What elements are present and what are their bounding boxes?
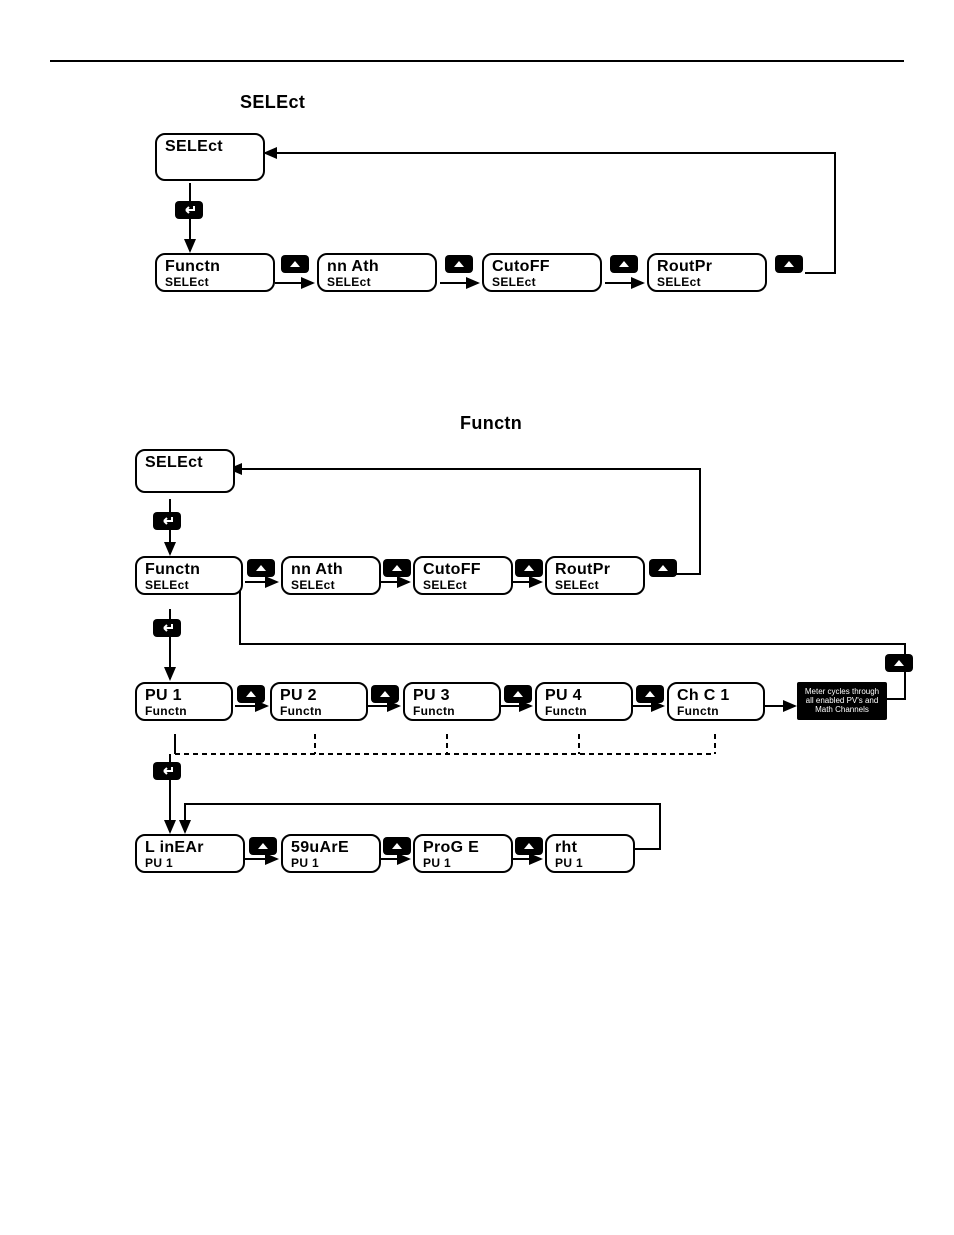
- note-text: Meter cycles through all enabled PV's an…: [805, 687, 879, 714]
- box-sublabel: SELEct: [291, 579, 371, 592]
- title-functn: Functn: [460, 413, 522, 434]
- box-proge: ProG E PU 1: [413, 834, 513, 873]
- box-sublabel: SELEct: [145, 579, 233, 592]
- box-sublabel: SELEct: [657, 276, 757, 289]
- box-math2: nn Ath SELEct: [281, 556, 381, 595]
- box-label: PU 3: [413, 688, 491, 705]
- box-sublabel: PU 1: [291, 857, 371, 870]
- diagram-function-menu: SELEct Functn SELEct nn Ath SELEct CutoF…: [115, 444, 915, 944]
- box-sublabel: PU 1: [423, 857, 503, 870]
- box-square: 59uArE PU 1: [281, 834, 381, 873]
- box-linear: L inEAr PU 1: [135, 834, 245, 873]
- enter-button-icon: [175, 201, 203, 219]
- up-button-icon: [237, 685, 265, 703]
- up-button-icon: [649, 559, 677, 577]
- box-pu3: PU 3 Functn: [403, 682, 501, 721]
- up-button-icon: [383, 559, 411, 577]
- box-pu2: PU 2 Functn: [270, 682, 368, 721]
- box-label: rht: [555, 840, 625, 857]
- box-sublabel: Functn: [145, 705, 223, 718]
- box-label: Functn: [165, 259, 265, 276]
- box-functn: Functn SELEct: [155, 253, 275, 292]
- up-button-icon: [445, 255, 473, 273]
- box-math: nn Ath SELEct: [317, 253, 437, 292]
- box-routpr2: RoutPr SELEct: [545, 556, 645, 595]
- box-sublabel: Functn: [280, 705, 358, 718]
- box-sublabel: SELEct: [492, 276, 592, 289]
- up-button-icon: [383, 837, 411, 855]
- up-button-icon: [247, 559, 275, 577]
- up-button-icon: [610, 255, 638, 273]
- box-label: L inEAr: [145, 840, 235, 857]
- box-label: nn Ath: [291, 562, 371, 579]
- box-label: CutoFF: [423, 562, 503, 579]
- box-rht: rht PU 1: [545, 834, 635, 873]
- up-button-icon: [515, 837, 543, 855]
- box-sublabel: Functn: [413, 705, 491, 718]
- box-label: RoutPr: [657, 259, 757, 276]
- up-button-icon: [504, 685, 532, 703]
- box-label: PU 1: [145, 688, 223, 705]
- box-functn2: Functn SELEct: [135, 556, 243, 595]
- enter-button-icon: [153, 512, 181, 530]
- up-button-icon: [775, 255, 803, 273]
- box-sublabel: SELEct: [555, 579, 635, 592]
- box-label: ProG E: [423, 840, 503, 857]
- box-pu4: PU 4 Functn: [535, 682, 633, 721]
- box-sublabel: Functn: [677, 705, 755, 718]
- box-pu1: PU 1 Functn: [135, 682, 233, 721]
- box-label: SELEct: [145, 455, 225, 472]
- box-label: nn Ath: [327, 259, 427, 276]
- box-label: PU 4: [545, 688, 623, 705]
- box-routpr: RoutPr SELEct: [647, 253, 767, 292]
- enter-button-icon: [153, 619, 181, 637]
- box-cutoff: CutoFF SELEct: [482, 253, 602, 292]
- box-sublabel: SELEct: [423, 579, 503, 592]
- up-button-icon: [636, 685, 664, 703]
- note-cycle: Meter cycles through all enabled PV's an…: [797, 682, 887, 720]
- box-sublabel: Functn: [545, 705, 623, 718]
- diagram-select-menu: SELEct Functn SELEct nn Ath SELEct CutoF…: [135, 123, 875, 383]
- box-cutoff2: CutoFF SELEct: [413, 556, 513, 595]
- box-sublabel: SELEct: [327, 276, 427, 289]
- box-sublabel: PU 1: [555, 857, 625, 870]
- box-chc1: Ch C 1 Functn: [667, 682, 765, 721]
- horizontal-rule: [50, 60, 904, 62]
- box-label: 59uArE: [291, 840, 371, 857]
- up-button-icon: [515, 559, 543, 577]
- enter-button-icon: [153, 762, 181, 780]
- box-label: SELEct: [165, 139, 255, 156]
- box-label: PU 2: [280, 688, 358, 705]
- box-label: Ch C 1: [677, 688, 755, 705]
- box-sublabel: SELEct: [165, 276, 265, 289]
- up-button-icon: [249, 837, 277, 855]
- box-label: RoutPr: [555, 562, 635, 579]
- box-sublabel: PU 1: [145, 857, 235, 870]
- title-select: SELEct: [240, 92, 305, 113]
- box-select-top2: SELEct: [135, 449, 235, 493]
- up-button-icon: [885, 654, 913, 672]
- up-button-icon: [371, 685, 399, 703]
- box-label: Functn: [145, 562, 233, 579]
- box-select-top: SELEct: [155, 133, 265, 181]
- up-button-icon: [281, 255, 309, 273]
- box-label: CutoFF: [492, 259, 592, 276]
